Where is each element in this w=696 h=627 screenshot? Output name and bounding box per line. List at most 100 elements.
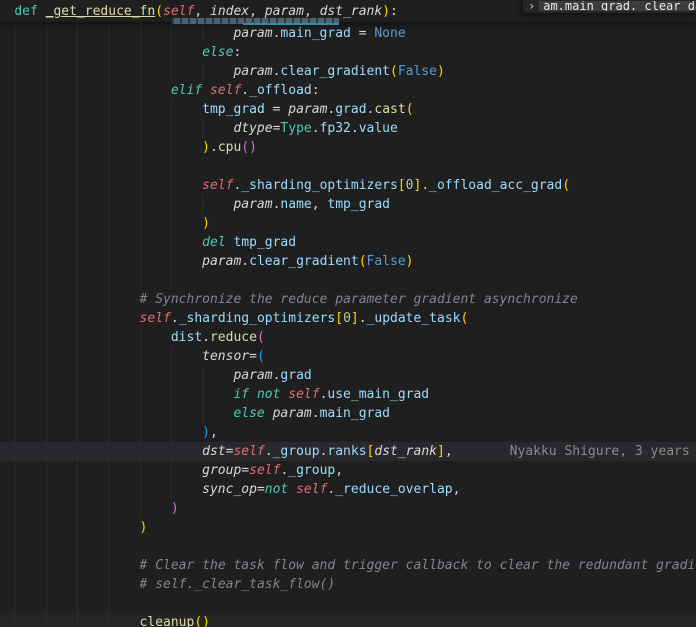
token-pl (0, 501, 171, 516)
token-prop: tmp_grad (233, 235, 296, 250)
code-line-5[interactable]: dtype=Type.fp32.value (0, 119, 696, 138)
token-prop: clear_gradient (249, 254, 359, 269)
token-pl: . (171, 311, 179, 326)
code-line-16[interactable]: dist.reduce( (0, 328, 696, 347)
code-line-12[interactable]: param.clear_gradient(False) (0, 252, 696, 271)
code-line-20[interactable]: else param.main_grad (0, 404, 696, 423)
code-line-29[interactable]: # self._clear_task_flow() (0, 575, 696, 594)
token-pl (0, 463, 202, 478)
token-pl (249, 387, 257, 402)
token-pl (0, 45, 202, 60)
code-line-27[interactable] (0, 537, 696, 556)
token-pl (0, 425, 202, 440)
token-pl: = (257, 482, 265, 497)
code-line-19[interactable]: if not self.use_main_grad (0, 385, 696, 404)
token-num: 0 (343, 311, 351, 326)
code-line-18[interactable]: param.grad (0, 366, 696, 385)
token-b1: ) (406, 254, 414, 269)
code-line-0[interactable]: param.main_grad = None (0, 24, 696, 43)
token-prop: fp32 (320, 121, 351, 136)
token-var: dst (202, 444, 225, 459)
token-b1: ( (406, 102, 414, 117)
code-line-31[interactable]: cleanup() (0, 613, 696, 627)
token-pl (0, 520, 140, 535)
token-kwd: def (14, 4, 37, 19)
token-kw: else (202, 45, 233, 60)
token-pl (288, 482, 296, 497)
token-pl (0, 4, 14, 19)
token-pl (38, 4, 46, 19)
token-pl: , (194, 4, 210, 19)
token-prop: name (280, 197, 311, 212)
code-line-26[interactable]: ) (0, 518, 696, 537)
token-const: False (367, 254, 406, 269)
token-b1: ( (460, 311, 468, 326)
token-pl (0, 444, 202, 459)
token-const: False (398, 64, 437, 79)
token-prop: _reduce_overlap (335, 482, 452, 497)
code-line-1[interactable]: else: (0, 43, 696, 62)
token-pl (0, 140, 202, 155)
token-kw: not (257, 387, 280, 402)
code-editor-screenshot: { "editor": { "background": "#1f1f1f", "… (0, 0, 696, 627)
token-pl (202, 83, 210, 98)
code-line-8[interactable]: self._sharding_optimizers[0]._offload_ac… (0, 176, 696, 195)
code-line-13[interactable] (0, 271, 696, 290)
code-line-6[interactable]: ).cpu() (0, 138, 696, 157)
find-input[interactable]: am.main_grad._clear_data( (539, 1, 696, 11)
token-pl: . (359, 311, 367, 326)
code-line-25[interactable]: ) (0, 499, 696, 518)
token-prop: _group (288, 463, 335, 478)
git-blame-annotation[interactable]: Nyakku Shigure, 3 years ago (510, 444, 696, 459)
token-pl (0, 102, 202, 117)
token-prop: _offload (249, 83, 312, 98)
code-line-4[interactable]: tmp_grad = param.grad.cast( (0, 100, 696, 119)
token-pl (0, 178, 202, 193)
token-pl (0, 349, 202, 364)
code-line-15[interactable]: self._sharding_optimizers[0]._update_tas… (0, 309, 696, 328)
token-var: group (202, 463, 241, 478)
token-pl (0, 197, 233, 212)
code-line-22[interactable]: dst=self._group.ranks[dst_rank],Nyakku S… (0, 442, 696, 461)
token-pl: : (312, 83, 320, 98)
code-line-23[interactable]: group=self._group, (0, 461, 696, 480)
token-var: param (202, 254, 241, 269)
token-pl: . (312, 406, 320, 421)
token-var: param (233, 197, 272, 212)
code-line-10[interactable]: ) (0, 214, 696, 233)
token-fn: cpu (218, 140, 241, 155)
toggle-replace-chevron-icon[interactable]: › (528, 2, 535, 11)
token-cmt: # Synchronize the reduce parameter gradi… (140, 292, 578, 307)
token-num: 0 (406, 178, 414, 193)
code-line-17[interactable]: tensor=( (0, 347, 696, 366)
token-kw: not (265, 482, 288, 497)
code-line-30[interactable] (0, 594, 696, 613)
token-b1: ( (390, 64, 398, 79)
code-line-21[interactable]: ), (0, 423, 696, 442)
code-line-7[interactable] (0, 157, 696, 176)
token-b1: ) (382, 4, 390, 19)
token-prop: value (359, 121, 398, 136)
code-line-9[interactable]: param.name, tmp_grad (0, 195, 696, 214)
token-b2: ) (171, 501, 179, 516)
token-var: param (233, 64, 272, 79)
token-var: dtype (233, 121, 272, 136)
code-line-14[interactable]: # Synchronize the reduce parameter gradi… (0, 290, 696, 309)
token-b2: () (241, 140, 257, 155)
token-b1: ) (437, 64, 445, 79)
code-line-28[interactable]: # Clear the task flow and trigger callba… (0, 556, 696, 575)
code-line-11[interactable]: del tmp_grad (0, 233, 696, 252)
code-line-3[interactable]: elif self._offload: (0, 81, 696, 100)
token-slf: self (296, 482, 327, 497)
token-prop: _update_task (367, 311, 461, 326)
find-widget: › am.main_grad._clear_data( (523, 0, 696, 13)
token-fn: cleanup (140, 615, 195, 627)
code-line-2[interactable]: param.clear_gradient(False) (0, 62, 696, 81)
token-fn: cast (374, 102, 405, 117)
token-slf: self (288, 387, 319, 402)
token-b1: ( (359, 254, 367, 269)
token-var: param (288, 102, 327, 117)
editor-viewport[interactable]: param.main_grad = None else: param.clear… (0, 0, 696, 627)
token-cmt: # Clear the task flow and trigger callba… (140, 558, 696, 573)
code-line-24[interactable]: sync_op=not self._reduce_overlap, (0, 480, 696, 499)
